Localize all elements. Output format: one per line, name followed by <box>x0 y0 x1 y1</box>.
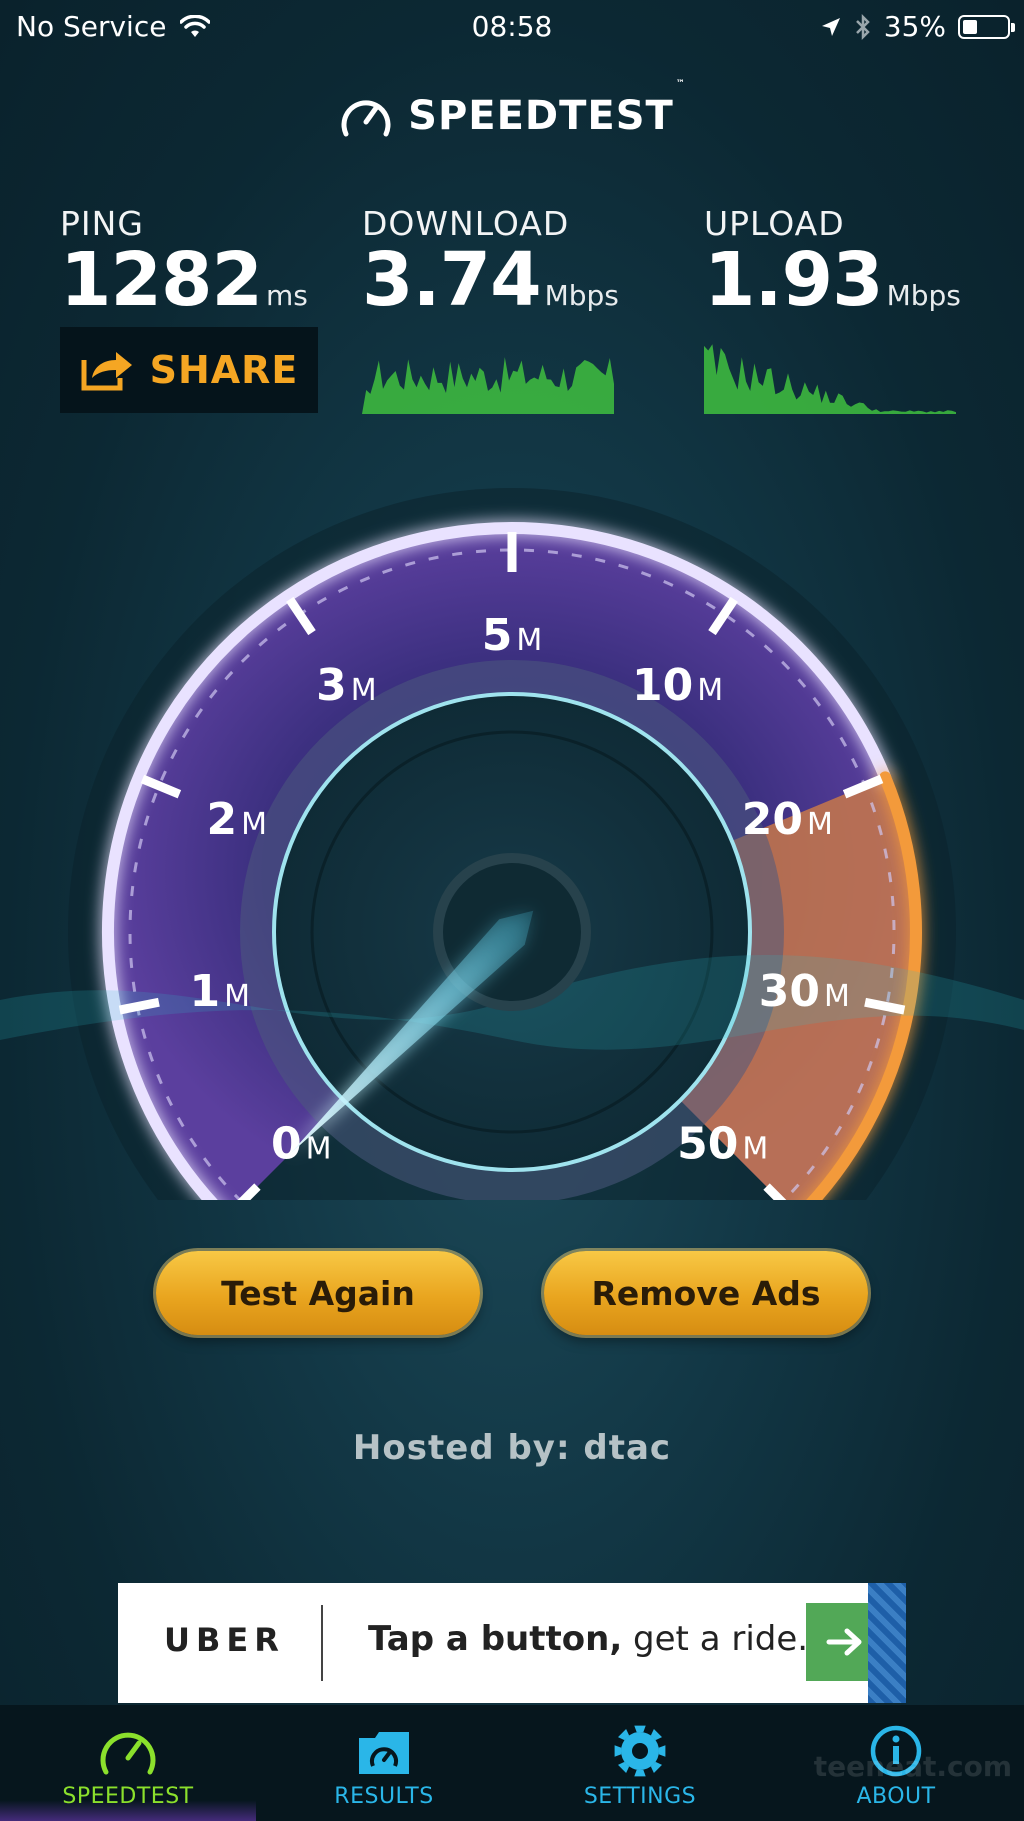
app-header: SPEEDTEST™ <box>0 79 1024 144</box>
watermark: teeneat.com <box>813 1750 1012 1783</box>
download-unit: Mbps <box>544 279 619 312</box>
share-icon <box>81 352 132 391</box>
ping-stat: PING 1282 ms <box>60 204 308 317</box>
download-value: 3.74 <box>362 237 542 323</box>
upload-unit: Mbps <box>886 279 961 312</box>
graph-area <box>362 357 614 414</box>
ad-brand: UBER <box>164 1621 285 1659</box>
tab-settings[interactable]: SETTINGS <box>512 1705 768 1821</box>
remove-ads-button[interactable]: Remove Ads <box>544 1251 868 1335</box>
hosted-by-label: Hosted by: dtac <box>352 1428 672 1468</box>
ad-banner[interactable]: UBER Tap a button, get a ride. <box>118 1583 906 1703</box>
tab-about-label: ABOUT <box>856 1784 936 1809</box>
download-stat: DOWNLOAD 3.74 Mbps <box>362 204 619 317</box>
ad-tagline: Tap a button, get a ride. <box>368 1619 809 1659</box>
arrow-right-icon <box>826 1628 862 1656</box>
ad-divider <box>321 1605 323 1681</box>
bluetooth-icon <box>855 13 870 40</box>
upload-stat: UPLOAD 1.93 Mbps <box>704 204 961 317</box>
location-arrow-icon <box>821 17 840 36</box>
app-title: SPEEDTEST™ <box>408 79 686 139</box>
speedometer-logo-icon <box>341 100 391 137</box>
speed-gauge: 0 M1 M2 M3 M5 M10 M20 M30 M50 M <box>0 488 1024 1200</box>
upload-graph <box>704 344 956 414</box>
ad-info-stripe <box>868 1583 906 1703</box>
speedometer-icon <box>100 1732 156 1775</box>
gear-icon <box>614 1725 666 1777</box>
battery-icon <box>958 14 1015 39</box>
tab-results-label: RESULTS <box>334 1784 434 1809</box>
tab-results[interactable]: RESULTS <box>256 1705 512 1821</box>
share-label: SHARE <box>149 348 299 392</box>
download-graph <box>362 357 614 414</box>
tab-settings-label: SETTINGS <box>583 1784 697 1809</box>
test-again-button[interactable]: Test Again <box>156 1251 480 1335</box>
ping-value: 1282 <box>60 237 263 323</box>
status-right: 35% <box>820 10 1015 43</box>
tab-speedtest-label: SPEEDTEST <box>62 1784 194 1809</box>
battery-percent: 35% <box>883 10 946 43</box>
status-bar: No Service 08:58 35% <box>0 0 1024 52</box>
graph-area <box>704 344 956 414</box>
ping-unit: ms <box>265 279 308 312</box>
share-button[interactable]: SHARE <box>60 327 318 413</box>
tab-speedtest[interactable]: SPEEDTEST <box>0 1705 256 1821</box>
results-folder-icon <box>359 1732 409 1774</box>
upload-value: 1.93 <box>704 237 884 323</box>
